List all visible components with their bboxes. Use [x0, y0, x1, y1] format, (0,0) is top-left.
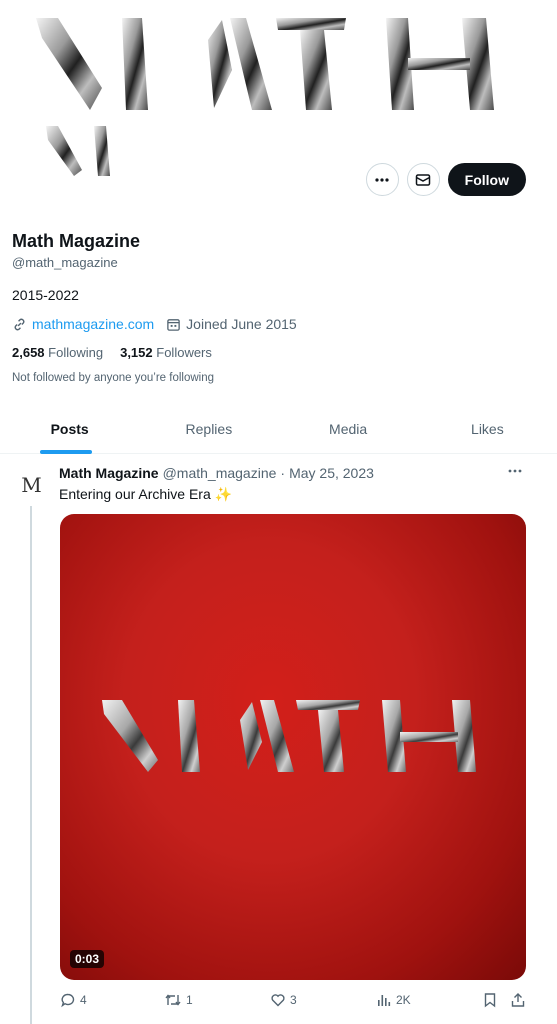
reply-button[interactable]: 4: [60, 992, 87, 1008]
followers-label: Followers: [156, 345, 212, 360]
video-wordmark: [102, 700, 476, 772]
like-count: 3: [290, 993, 297, 1007]
profile-handle: @math_magazine: [12, 255, 118, 270]
joined-item: Joined June 2015: [166, 316, 297, 332]
more-dots-icon: [375, 177, 389, 182]
avatar-logo: M: [21, 473, 42, 497]
tab-replies[interactable]: Replies: [139, 408, 278, 453]
tweet-date[interactable]: May 25, 2023: [289, 465, 374, 481]
tab-label: Posts: [50, 421, 89, 437]
tab-label: Replies: [185, 421, 233, 437]
not-followed-note: Not followed by anyone you’re following: [12, 372, 215, 384]
tweet-actions: 4 1 3 2K: [60, 992, 530, 1012]
tab-label: Media: [329, 421, 368, 437]
reply-icon: [61, 993, 75, 1008]
website-item[interactable]: mathmagazine.com: [12, 316, 154, 332]
profile-actions: Follow: [365, 163, 526, 196]
followers-count: 3,152: [120, 345, 153, 360]
profile-name: Math Magazine: [12, 231, 141, 251]
profile-stats: 2,658 Following 3,152 Followers: [12, 345, 212, 360]
retweet-button[interactable]: 1: [164, 992, 193, 1008]
profile-tabs: Posts Replies Media Likes: [0, 408, 557, 454]
video-duration: 0:03: [70, 950, 105, 968]
view-count: 2K: [396, 993, 411, 1007]
tweet-header: Math Magazine @math_magazine · May 25, 2…: [59, 465, 374, 481]
profile-meta: mathmagazine.com Joined June 2015: [12, 316, 297, 332]
tweet-author[interactable]: Math Magazine: [59, 465, 159, 481]
profile-bio: 2015-2022: [12, 287, 79, 303]
views-chart-icon: [378, 995, 391, 1006]
bookmark-icon: [484, 993, 496, 1008]
thread-line: [30, 506, 32, 1024]
retweet-count: 1: [186, 993, 193, 1007]
avatar[interactable]: M: [12, 466, 50, 504]
tab-likes[interactable]: Likes: [418, 408, 557, 453]
retweet-icon: [165, 994, 181, 1006]
like-button[interactable]: 3: [270, 992, 297, 1008]
follow-button[interactable]: Follow: [447, 163, 526, 196]
tweet-separator: ·: [280, 465, 286, 481]
share-button[interactable]: [510, 992, 526, 1008]
followers-stat[interactable]: 3,152 Followers: [120, 345, 212, 360]
reply-count: 4: [80, 993, 87, 1007]
message-button[interactable]: [406, 163, 440, 196]
tweet-handle[interactable]: @math_magazine: [163, 465, 277, 481]
more-options-button[interactable]: [365, 163, 399, 196]
share-icon: [511, 993, 525, 1007]
views-button[interactable]: 2K: [376, 992, 411, 1008]
following-count: 2,658: [12, 345, 45, 360]
tab-media[interactable]: Media: [279, 408, 418, 453]
following-label: Following: [48, 345, 104, 360]
tweet-video[interactable]: 0:03: [60, 514, 526, 980]
active-tab-indicator: [39, 450, 92, 454]
tab-posts[interactable]: Posts: [0, 408, 139, 454]
bookmark-button[interactable]: [482, 992, 498, 1008]
website-link[interactable]: mathmagazine.com: [32, 316, 154, 332]
envelope-icon: [415, 173, 431, 186]
following-stat[interactable]: 2,658 Following: [12, 345, 103, 360]
tweet-text: Entering our Archive Era ✨: [59, 486, 233, 502]
calendar-icon: [167, 318, 180, 331]
joined-date: Joined June 2015: [186, 316, 297, 332]
tweet-more-button[interactable]: [507, 463, 523, 484]
link-icon: [14, 318, 25, 330]
heart-icon: [271, 994, 285, 1007]
tab-label: Likes: [471, 421, 504, 437]
more-dots-icon: [508, 469, 522, 473]
